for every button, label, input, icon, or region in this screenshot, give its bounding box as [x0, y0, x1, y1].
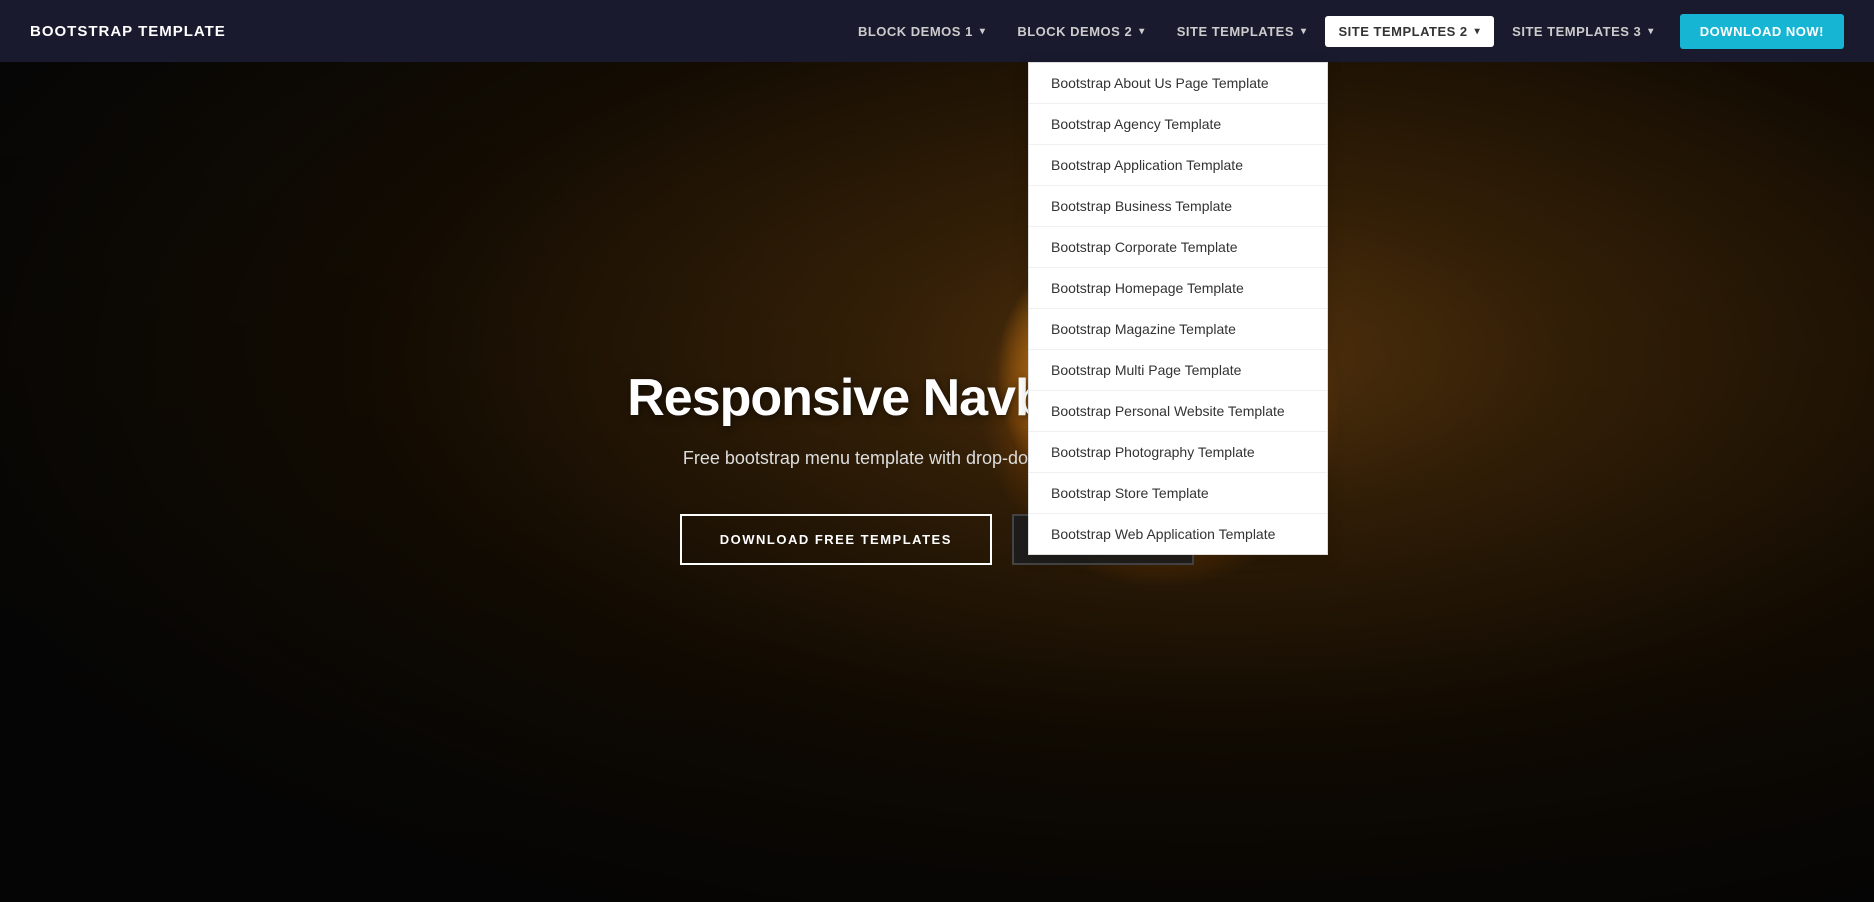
dropdown-item-9[interactable]: Bootstrap Photography Template [1029, 432, 1327, 473]
nav-site-templates-3[interactable]: SITE TEMPLATES 3 ▾ [1498, 16, 1668, 47]
brand-logo[interactable]: BOOTSTRAP TEMPLATE [30, 23, 226, 40]
nav-site-templates-2[interactable]: SITE TEMPLATES 2 ▾ [1325, 16, 1495, 47]
nav-items: BLOCK DEMOS 1 ▾ BLOCK DEMOS 2 ▾ SITE TEM… [844, 14, 1844, 49]
site-templates-2-dropdown: Bootstrap About Us Page TemplateBootstra… [1028, 62, 1328, 555]
dropdown-item-3[interactable]: Bootstrap Business Template [1029, 186, 1327, 227]
nav-block-demos-2[interactable]: BLOCK DEMOS 2 ▾ [1003, 16, 1158, 47]
dropdown-item-0[interactable]: Bootstrap About Us Page Template [1029, 63, 1327, 104]
download-now-button[interactable]: DOWNLOAD NOW! [1680, 14, 1844, 49]
caret-icon-2: ▾ [1139, 26, 1145, 37]
download-templates-button[interactable]: DOWNLOAD FREE TEMPLATES [680, 514, 992, 565]
dropdown-item-2[interactable]: Bootstrap Application Template [1029, 145, 1327, 186]
dropdown-item-6[interactable]: Bootstrap Magazine Template [1029, 309, 1327, 350]
nav-site-templates[interactable]: SITE TEMPLATES ▾ [1163, 16, 1321, 47]
navbar: BOOTSTRAP TEMPLATE BLOCK DEMOS 1 ▾ BLOCK… [0, 0, 1874, 62]
caret-icon-5: ▾ [1648, 26, 1654, 37]
dropdown-item-11[interactable]: Bootstrap Web Application Template [1029, 514, 1327, 554]
nav-block-demos-1[interactable]: BLOCK DEMOS 1 ▾ [844, 16, 999, 47]
dropdown-item-10[interactable]: Bootstrap Store Template [1029, 473, 1327, 514]
hero-section: Responsive Navbar Tem... Free bootstrap … [0, 0, 1874, 902]
dropdown-item-1[interactable]: Bootstrap Agency Template [1029, 104, 1327, 145]
dropdown-item-7[interactable]: Bootstrap Multi Page Template [1029, 350, 1327, 391]
caret-icon-3: ▾ [1301, 26, 1307, 37]
dropdown-item-5[interactable]: Bootstrap Homepage Template [1029, 268, 1327, 309]
dropdown-item-4[interactable]: Bootstrap Corporate Template [1029, 227, 1327, 268]
caret-icon-1: ▾ [980, 26, 986, 37]
dropdown-item-8[interactable]: Bootstrap Personal Website Template [1029, 391, 1327, 432]
caret-icon-4: ▾ [1475, 26, 1481, 37]
